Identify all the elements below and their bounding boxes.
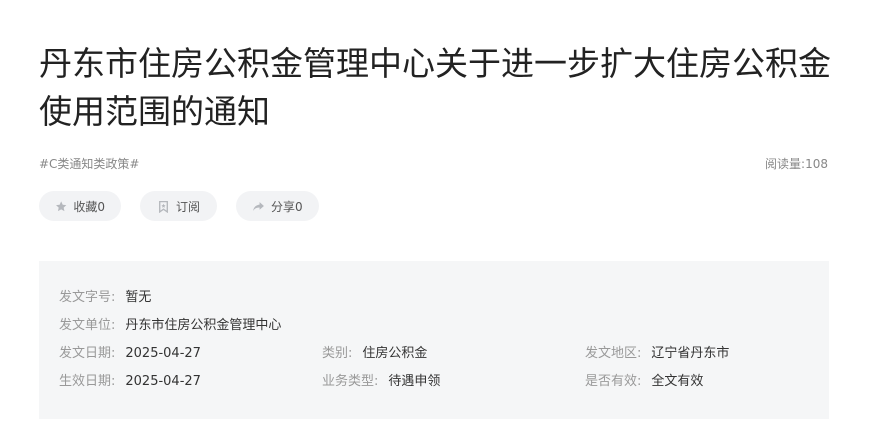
issuer-value: 丹东市住房公积金管理中心 <box>125 318 282 333</box>
doc-number-cell: 发文字号: 暂无 <box>59 288 151 308</box>
info-row-status: 生效日期: 2025-04-27 业务类型: 待遇申领 是否有效: 全文有效 <box>39 372 829 392</box>
issue-date-value: 2025-04-27 <box>125 346 201 361</box>
document-info-panel: 发文字号: 暂无 发文单位: 丹东市住房公积金管理中心 发文日期: 2025-0… <box>39 261 829 419</box>
region-value: 辽宁省丹东市 <box>651 346 730 361</box>
issuer-label: 发文单位: <box>59 318 116 333</box>
category-value: 住房公积金 <box>362 346 428 361</box>
doc-number-value: 暂无 <box>125 290 152 305</box>
action-bar: 收藏0 订阅 分享0 <box>39 191 319 221</box>
validity-label: 是否有效: <box>585 374 642 389</box>
category-cell: 类别: 住房公积金 <box>322 344 427 364</box>
star-icon <box>56 200 67 211</box>
region-label: 发文地区: <box>585 346 642 361</box>
issue-date-cell: 发文日期: 2025-04-27 <box>59 344 201 364</box>
category-label: 类别: <box>322 346 353 361</box>
policy-article-page: 丹东市住房公积金管理中心关于进一步扩大住房公积金使用范围的通知 #C类通知类政策… <box>0 0 869 428</box>
business-type-cell: 业务类型: 待遇申领 <box>322 372 440 392</box>
effective-date-cell: 生效日期: 2025-04-27 <box>59 372 201 392</box>
effective-date-value: 2025-04-27 <box>125 374 201 389</box>
region-cell: 发文地区: 辽宁省丹东市 <box>585 344 729 364</box>
share-label: 分享0 <box>271 199 303 214</box>
issuer-cell: 发文单位: 丹东市住房公积金管理中心 <box>59 316 281 336</box>
info-row-dates: 发文日期: 2025-04-27 类别: 住房公积金 发文地区: 辽宁省丹东市 <box>39 344 829 364</box>
favorite-label: 收藏0 <box>73 199 105 214</box>
share-button[interactable]: 分享0 <box>236 191 319 221</box>
business-type-value: 待遇申领 <box>388 374 441 389</box>
effective-date-label: 生效日期: <box>59 374 116 389</box>
article-tag[interactable]: #C类通知类政策# <box>39 156 140 172</box>
validity-cell: 是否有效: 全文有效 <box>585 372 703 392</box>
bookmark-icon <box>159 200 168 213</box>
favorite-button[interactable]: 收藏0 <box>39 191 121 221</box>
read-count: 阅读量:108 <box>765 157 828 171</box>
validity-value: 全文有效 <box>651 374 704 389</box>
issue-date-label: 发文日期: <box>59 346 116 361</box>
subscribe-label: 订阅 <box>175 199 200 214</box>
business-type-label: 业务类型: <box>322 374 379 389</box>
subscribe-button[interactable]: 订阅 <box>140 191 217 221</box>
share-arrow-icon <box>253 201 264 211</box>
doc-number-label: 发文字号: <box>59 290 116 305</box>
article-title: 丹东市住房公积金管理中心关于进一步扩大住房公积金使用范围的通知 <box>39 44 831 131</box>
